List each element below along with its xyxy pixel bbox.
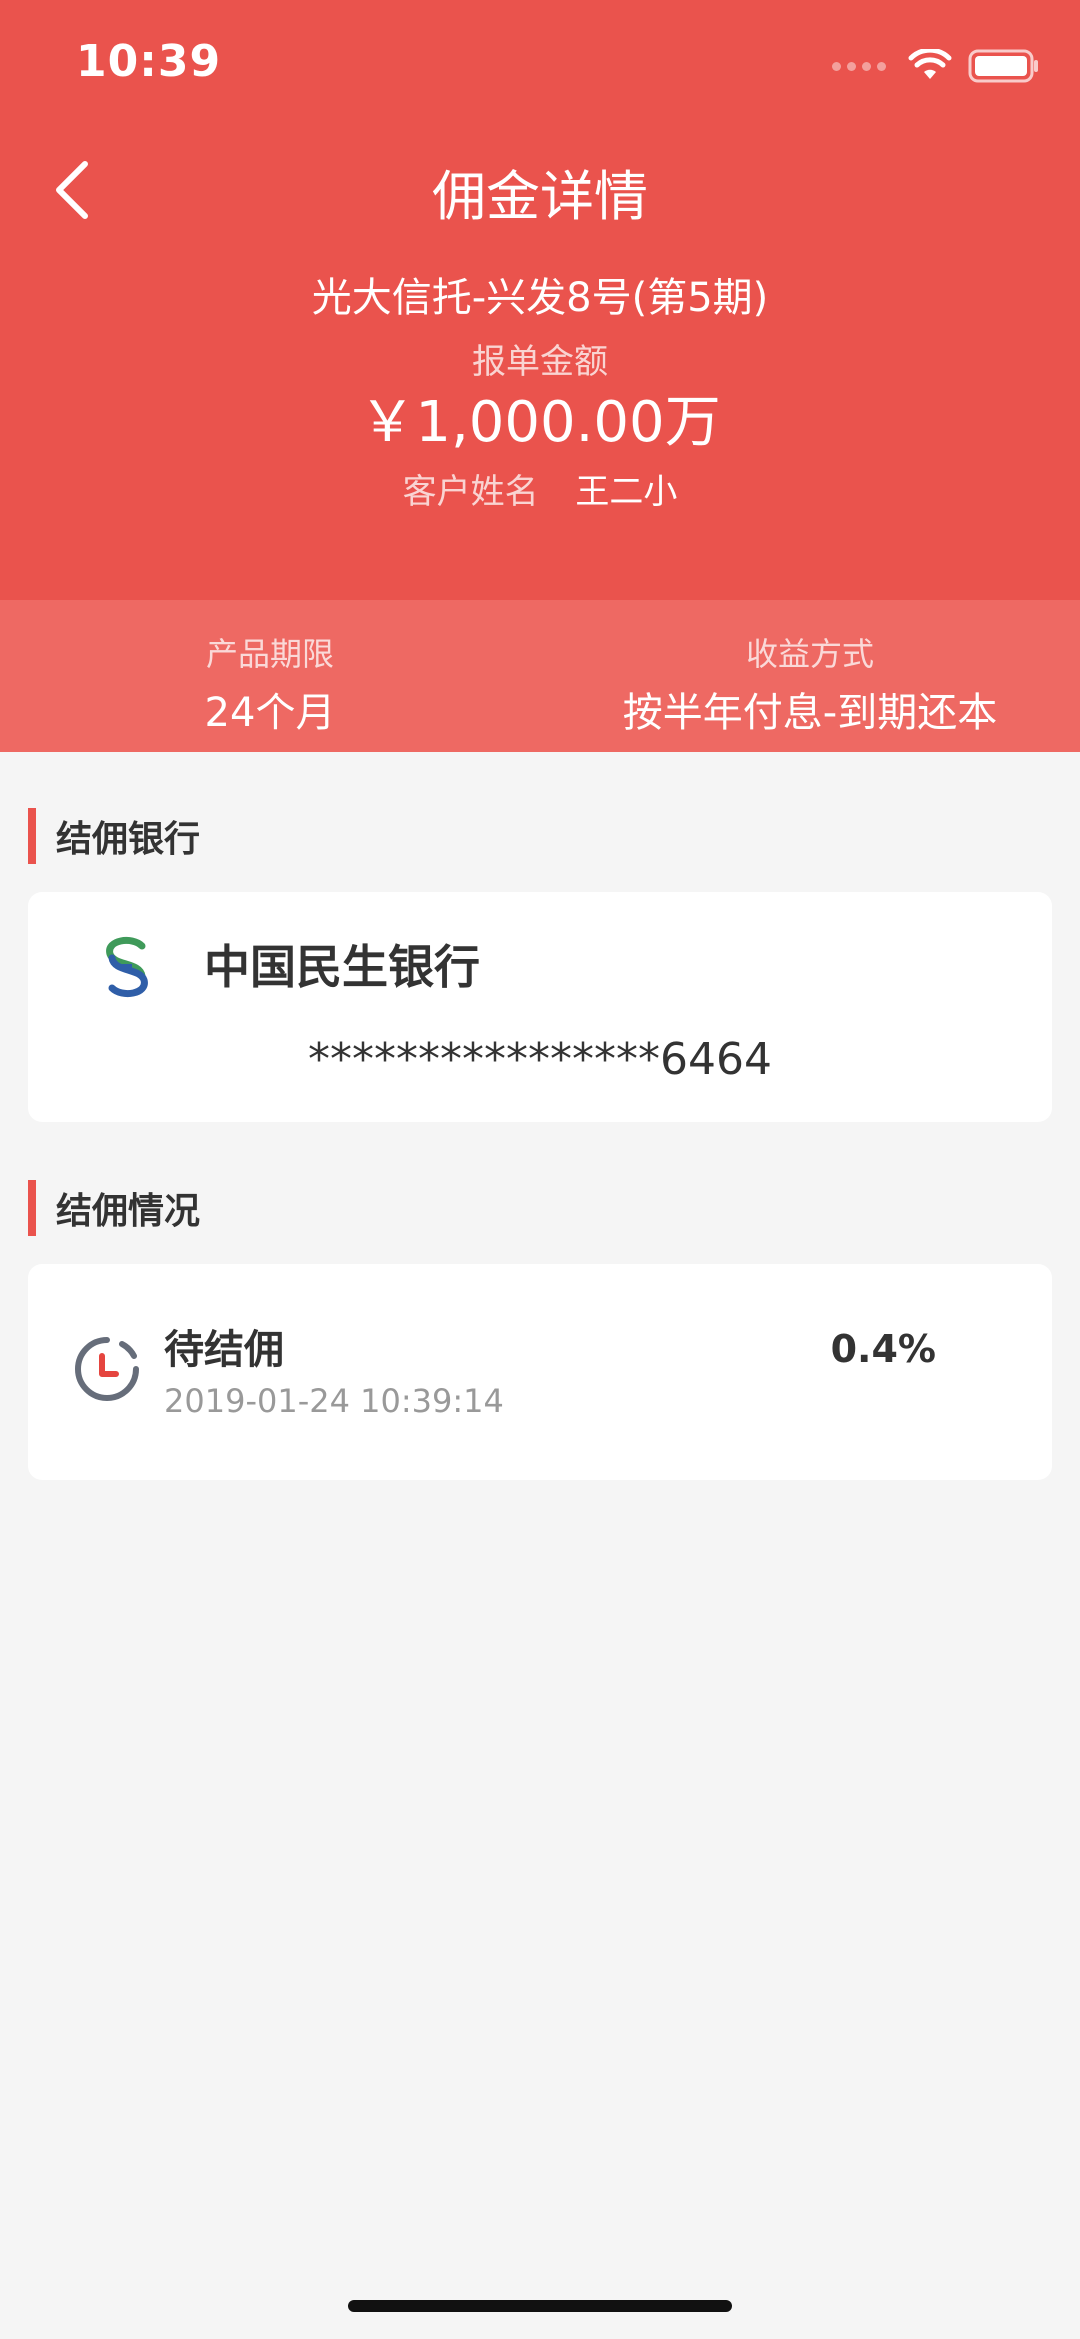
- term-stat: 产品期限 24个月: [0, 600, 540, 752]
- wifi-icon: [908, 49, 952, 79]
- commission-status-card: 待结佣 2019-01-24 10:39:14 0.4%: [28, 1264, 1052, 1480]
- commission-date: 2019-01-24 10:39:14: [164, 1382, 504, 1420]
- battery-icon: [968, 49, 1038, 83]
- clock-icon: [75, 1337, 139, 1401]
- commission-section-header: 结佣情况: [28, 1180, 200, 1236]
- product-name: 光大信托-兴发8号(第5期): [311, 275, 769, 321]
- term-label: 产品期限: [205, 635, 334, 673]
- commission-status: 待结佣: [164, 1327, 284, 1373]
- income-value: 按半年付息-到期还本: [622, 690, 998, 736]
- order-summary: 光大信托-兴发8号(第5期) 报单金额 ￥1,000.00万 客户姓名 王二小: [0, 268, 1080, 520]
- income-label: 收益方式: [745, 635, 874, 673]
- bank-name: 中国民生银行: [204, 940, 480, 994]
- status-bar: 10:39: [0, 0, 1080, 130]
- customer-row: 客户姓名 王二小: [0, 464, 1080, 520]
- bank-account-number: ****************6464: [308, 1034, 772, 1085]
- bank-section-title: 结佣银行: [56, 819, 201, 860]
- bank-card: 中国民生银行 ****************6464: [28, 892, 1052, 1122]
- section-accent-bar: [28, 808, 36, 864]
- income-stat: 收益方式 按半年付息-到期还本: [540, 600, 1080, 752]
- home-indicator[interactable]: [348, 2300, 732, 2312]
- customer-name: 王二小: [575, 472, 678, 512]
- amount-label: 报单金额: [472, 342, 608, 382]
- customer-label: 客户姓名: [402, 472, 539, 512]
- amount-value: ￥1,000.00万: [359, 390, 721, 455]
- commission-section-title: 结佣情况: [56, 1191, 201, 1232]
- status-indicators: [832, 46, 1040, 86]
- term-value: 24个月: [204, 690, 336, 736]
- header: 10:39 佣金详情 光大信托-兴发8号(第5期) 报单金额 ￥1,000.00…: [0, 0, 1080, 600]
- signal-icon: [832, 61, 886, 71]
- section-accent-bar: [28, 1180, 36, 1236]
- bank-section-header: 结佣银行: [28, 808, 200, 864]
- commission-rate: 0.4%: [830, 1327, 936, 1371]
- cmbc-bank-logo-icon: [106, 936, 148, 998]
- page-title: 佣金详情: [432, 165, 648, 228]
- nav-bar: 佣金详情: [0, 130, 1080, 250]
- product-stats: 产品期限 24个月 收益方式 按半年付息-到期还本: [0, 600, 1080, 752]
- status-time: 10:39: [76, 36, 222, 87]
